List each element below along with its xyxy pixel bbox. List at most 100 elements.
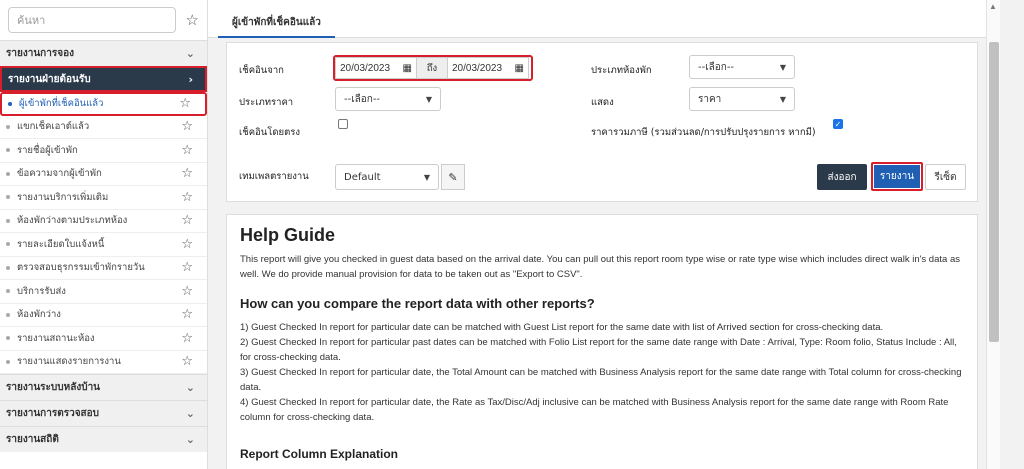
bullet-icon [6, 148, 10, 153]
star-icon[interactable]: ☆ [181, 238, 193, 251]
sidebar-item-checked-in-guests[interactable]: ผู้เข้าพักที่เช็คอินแล้ว ☆ [0, 92, 207, 116]
bullet-icon [6, 265, 10, 270]
room-type-select[interactable]: --เลือก-- ▼ [689, 55, 795, 79]
help-guide: Help Guide This report will give you che… [226, 214, 978, 469]
section-label: รายงานสถิติ [6, 434, 59, 445]
rate-type-label: ประเภทราคา [239, 97, 294, 108]
search-input[interactable] [8, 7, 176, 33]
item-label: แขกเช็คเอาต์แล้ว [17, 121, 90, 133]
caret-down-icon: ▼ [779, 62, 786, 72]
bullet-icon [6, 195, 10, 200]
rate-type-value: --เลือก-- [344, 93, 381, 105]
guide-point: 4) Guest Checked In report for particula… [240, 397, 949, 423]
sidebar-item-invoice-details[interactable]: รายละเอียดใบแจ้งหนี้ ☆ [0, 233, 207, 257]
walkin-label: เช็คอินโดยตรง [239, 127, 300, 138]
caret-down-icon: ▼ [779, 94, 786, 104]
section-back-office-reports[interactable]: รายงานระบบหลังบ้าน ⌄ [0, 374, 207, 400]
edit-template-button[interactable]: ✎ [441, 164, 465, 190]
sidebar-item-daily-transactions[interactable]: ตรวจสอบธุรกรรมเข้าพักรายวัน ☆ [0, 257, 207, 280]
to-label: ถึง [417, 57, 447, 79]
report-button[interactable]: รายงาน [871, 162, 923, 191]
export-button[interactable]: ส่งออก [817, 164, 867, 190]
bullet-icon [6, 359, 10, 364]
section-audit-reports[interactable]: รายงานการตรวจสอบ ⌄ [0, 400, 207, 426]
star-icon[interactable]: ☆ [179, 97, 191, 110]
calendar-icon[interactable]: ▦ [403, 63, 412, 74]
scroll-up-icon[interactable]: ▲ [989, 2, 997, 11]
star-icon[interactable]: ☆ [181, 261, 193, 274]
tab-checked-in-guests[interactable]: ผู้เข้าพักที่เช็คอินแล้ว [218, 8, 335, 38]
main-content: ผู้เข้าพักที่เช็คอินแล้ว เช็คอินจาก 20/0… [208, 0, 986, 469]
item-label: ตรวจสอบธุรกรรมเข้าพักรายวัน [17, 262, 145, 274]
caret-down-icon: ▼ [423, 172, 430, 182]
rate-type-select[interactable]: --เลือก-- ▼ [335, 87, 441, 111]
chevron-down-icon: ⌄ [185, 433, 195, 446]
bullet-icon [6, 124, 10, 129]
chevron-down-icon: ⌄ [185, 381, 195, 394]
sidebar-item-room-status[interactable]: รายงานสถานะห้อง ☆ [0, 327, 207, 351]
star-icon[interactable]: ☆ [181, 167, 193, 180]
bullet-icon [6, 171, 10, 176]
date-from-input[interactable]: 20/03/2023 ▦ [335, 57, 417, 79]
guide-title: Help Guide [240, 225, 336, 245]
walkin-checkbox[interactable] [338, 119, 348, 129]
item-label: รายงานบริการเพิ่มเติม [17, 191, 109, 203]
sidebar-item-task-list[interactable]: รายงานแสดงรายการงาน ☆ [0, 351, 207, 374]
scrollbar[interactable]: ▲ [986, 0, 1000, 469]
scrollbar-thumb[interactable] [989, 42, 999, 342]
scroll-area: ▲ [986, 0, 1024, 469]
section-statistics-reports[interactable]: รายงานสถิติ ⌄ [0, 426, 207, 452]
chevron-down-icon: ⌄ [185, 47, 195, 60]
show-value: ราคา [698, 93, 722, 105]
star-icon[interactable]: ☆ [181, 214, 193, 227]
tab-bar: ผู้เข้าพักที่เช็คอินแล้ว [208, 0, 986, 38]
sidebar-item-guest-list[interactable]: รายชื่อผู้เข้าพัก ☆ [0, 139, 207, 163]
edit-icon: ✎ [448, 171, 458, 184]
checkin-from-label: เช็คอินจาก [239, 65, 284, 76]
star-icon[interactable]: ☆ [181, 308, 193, 321]
star-icon[interactable]: ☆ [181, 332, 193, 345]
star-icon[interactable]: ☆ [186, 13, 199, 28]
section-label: รายงานระบบหลังบ้าน [6, 382, 101, 393]
star-icon[interactable]: ☆ [181, 285, 193, 298]
show-select[interactable]: ราคา ▼ [689, 87, 795, 111]
bullet-icon [6, 336, 10, 341]
tax-inclusive-label: ราคารวมภาษี (รวมส่วนลด/การปรับปรุงรายการ… [591, 127, 816, 138]
section-label: รายงานฝ่ายต้อนรับ [8, 73, 91, 85]
star-icon[interactable]: ☆ [181, 191, 193, 204]
filter-panel: เช็คอินจาก 20/03/2023 ▦ ถึง 20/03/2023 ▦… [226, 42, 978, 202]
star-icon[interactable]: ☆ [181, 355, 193, 368]
tax-inclusive-checkbox[interactable]: ✓ [833, 119, 843, 129]
star-icon[interactable]: ☆ [181, 120, 193, 133]
sidebar-item-guest-messages[interactable]: ข้อความจากผู้เข้าพัก ☆ [0, 163, 207, 186]
template-label: เทมเพลตรายงาน [239, 171, 309, 182]
column-heading: Report Column Explanation [240, 447, 399, 461]
sidebar-item-shuttle[interactable]: บริการรับส่ง ☆ [0, 280, 207, 304]
section-front-office-reports[interactable]: รายงานฝ่ายต้อนรับ › [0, 66, 207, 92]
sidebar-item-checked-out[interactable]: แขกเช็คเอาต์แล้ว ☆ [0, 116, 207, 139]
search-row: ☆ [0, 0, 207, 40]
guide-intro: This report will give you checked in gue… [240, 254, 960, 280]
guide-point: 1) Guest Checked In report for particula… [240, 322, 884, 333]
template-value: Default [344, 171, 381, 183]
date-from-value: 20/03/2023 [340, 62, 391, 74]
chevron-right-icon: › [188, 72, 193, 86]
sidebar-item-vacant-rooms[interactable]: ห้องพักว่าง ☆ [0, 304, 207, 327]
item-label: รายละเอียดใบแจ้งหนี้ [17, 238, 105, 250]
template-select[interactable]: Default ▼ [335, 164, 439, 190]
sidebar-item-extra-services[interactable]: รายงานบริการเพิ่มเติม ☆ [0, 186, 207, 210]
reset-button[interactable]: รีเซ็ต [925, 164, 966, 190]
section-booking-reports[interactable]: รายงานการจอง ⌄ [0, 40, 207, 66]
room-type-label: ประเภทห้องพัก [591, 65, 652, 76]
star-icon[interactable]: ☆ [181, 144, 193, 157]
bullet-icon [6, 312, 10, 317]
chevron-down-icon: ⌄ [185, 407, 195, 420]
item-label: รายชื่อผู้เข้าพัก [17, 144, 78, 156]
item-label: รายงานแสดงรายการงาน [17, 356, 121, 368]
bullet-icon [8, 101, 12, 106]
date-range: 20/03/2023 ▦ ถึง 20/03/2023 ▦ [333, 55, 533, 81]
date-to-input[interactable]: 20/03/2023 ▦ [447, 57, 529, 79]
section-label: รายงานการจอง [6, 48, 74, 59]
sidebar-item-availability-by-type[interactable]: ห้องพักว่างตามประเภทห้อง ☆ [0, 210, 207, 233]
calendar-icon[interactable]: ▦ [515, 63, 524, 74]
